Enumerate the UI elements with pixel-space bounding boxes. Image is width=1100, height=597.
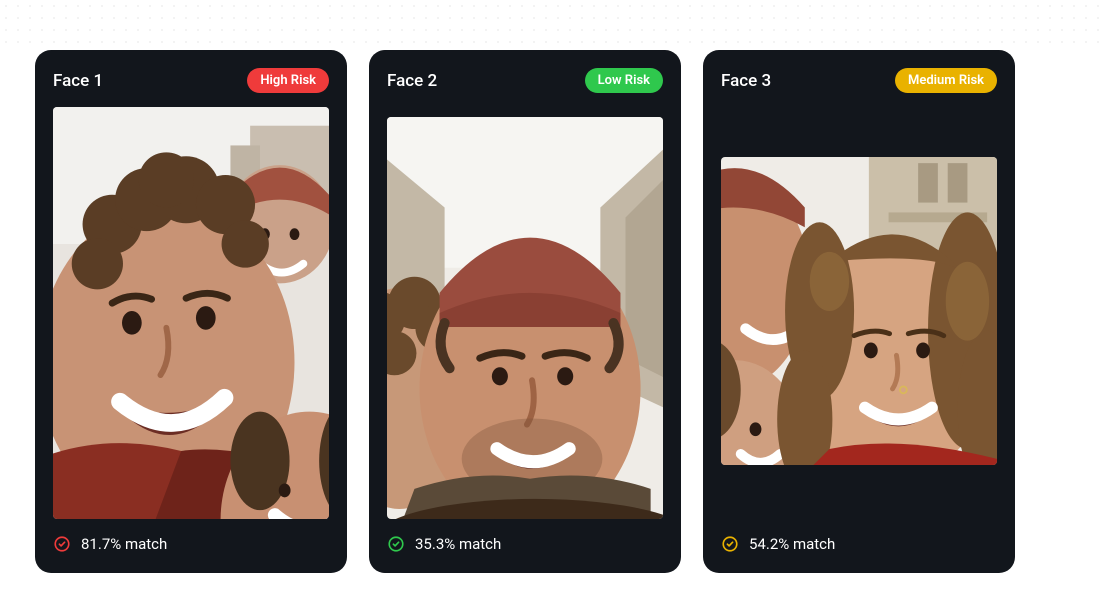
risk-badge-high: High Risk bbox=[247, 68, 329, 93]
face-cards-row: Face 1 High Risk bbox=[35, 50, 1015, 573]
match-percentage: 81.7% match bbox=[81, 535, 167, 553]
card-header: Face 3 Medium Risk bbox=[721, 68, 997, 93]
card-footer: 81.7% match bbox=[53, 535, 329, 553]
match-percentage: 35.3% match bbox=[415, 535, 501, 553]
card-footer: 35.3% match bbox=[387, 535, 663, 553]
card-footer: 54.2% match bbox=[721, 535, 997, 553]
check-circle-icon bbox=[387, 535, 405, 553]
card-title: Face 1 bbox=[53, 71, 103, 91]
card-header: Face 1 High Risk bbox=[53, 68, 329, 93]
face-card-2[interactable]: Face 2 Low Risk bbox=[369, 50, 681, 573]
risk-badge-medium: Medium Risk bbox=[895, 68, 997, 93]
risk-badge-low: Low Risk bbox=[585, 68, 663, 93]
card-title: Face 2 bbox=[387, 71, 437, 91]
check-circle-icon bbox=[53, 535, 71, 553]
face-image-3 bbox=[721, 157, 997, 465]
card-header: Face 2 Low Risk bbox=[387, 68, 663, 93]
face-image-1 bbox=[53, 107, 329, 519]
card-title: Face 3 bbox=[721, 71, 771, 91]
check-circle-icon bbox=[721, 535, 739, 553]
decorative-dot-pattern bbox=[0, 0, 1100, 50]
face-card-1[interactable]: Face 1 High Risk bbox=[35, 50, 347, 573]
face-image-2 bbox=[387, 117, 663, 519]
match-percentage: 54.2% match bbox=[749, 535, 835, 553]
face-card-3[interactable]: Face 3 Medium Risk bbox=[703, 50, 1015, 573]
